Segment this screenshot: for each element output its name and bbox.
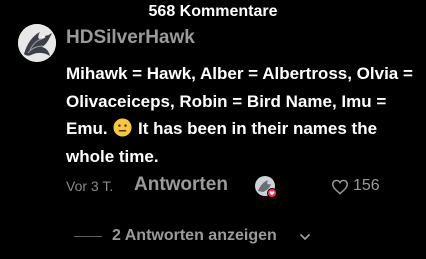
like-count: 156 (353, 177, 380, 194)
creator-liked-avatar (254, 175, 278, 199)
creator-avatar-icon (255, 176, 277, 198)
chevron-down-icon (300, 234, 310, 240)
view-replies-button[interactable]: 2 Antworten anzeigen (74, 227, 334, 247)
reply-button[interactable]: Antworten (134, 174, 228, 196)
comment-meta-row: Vor 3 T. Antworten 156 (66, 174, 416, 200)
comment-body: Mihawk = Hawk, Alber = Albertross, Olvia… (66, 60, 414, 170)
hawk-avatar-image (18, 24, 56, 62)
heart-outline-icon (331, 179, 349, 195)
view-replies-label: 2 Antworten anzeigen (112, 227, 277, 244)
replies-divider-line (74, 236, 102, 237)
comment-timestamp: Vor 3 T. (66, 178, 114, 194)
comment-username[interactable]: HDSilverHawk (66, 27, 195, 49)
avatar[interactable] (18, 24, 56, 62)
comment-count-header: 568 Kommentare (148, 3, 278, 20)
neutral-face-emoji-icon (113, 118, 132, 137)
